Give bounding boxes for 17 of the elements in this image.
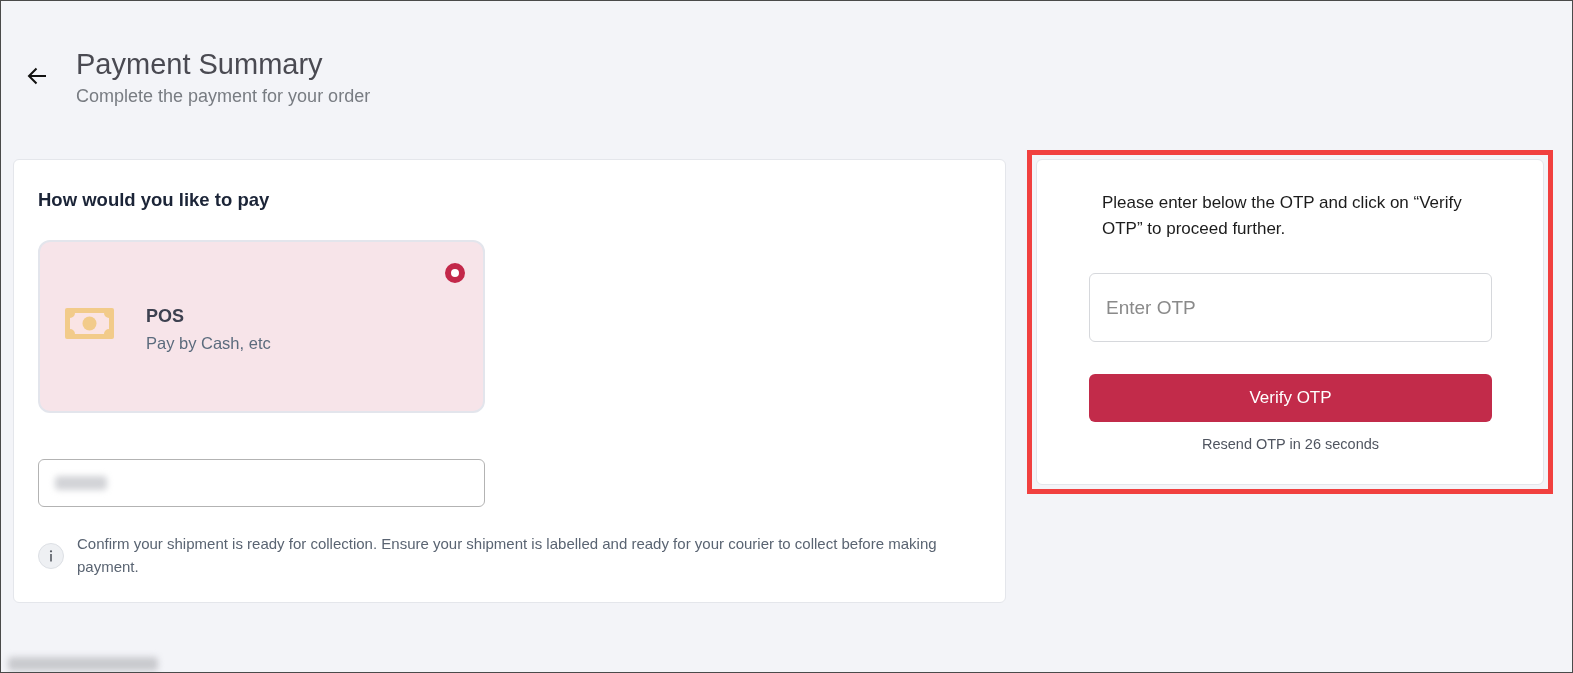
banknote-icon (65, 308, 114, 339)
back-button[interactable] (27, 67, 47, 85)
section-heading: How would you like to pay (38, 188, 271, 212)
option-title: POS (146, 305, 185, 328)
otp-input-field[interactable]: Enter OTP (1089, 273, 1492, 342)
option-description: Pay by Cash, etc (146, 333, 272, 354)
otp-instruction: Please enter below the OTP and click on “Verify OTP” to proceed further. (1102, 192, 1463, 240)
radio-icon[interactable] (445, 263, 465, 283)
notice-text: Confirm your shipment is ready for collection. Ensure your shipment is labelled and ready for your courier to collect before making payment. (77, 534, 938, 577)
info-icon (38, 542, 64, 569)
reference-input-field[interactable] (38, 459, 485, 507)
page-subtitle: Complete the payment for your order (76, 85, 371, 107)
back-arrow-icon (27, 67, 47, 85)
verify-otp-button[interactable]: Verify OTP (1089, 374, 1492, 422)
resend-countdown: Resend OTP in 26 seconds (1200, 435, 1381, 453)
page-title: Payment Summary (76, 47, 324, 82)
payment-option-card[interactable]: POS Pay by Cash, etc (38, 240, 485, 413)
